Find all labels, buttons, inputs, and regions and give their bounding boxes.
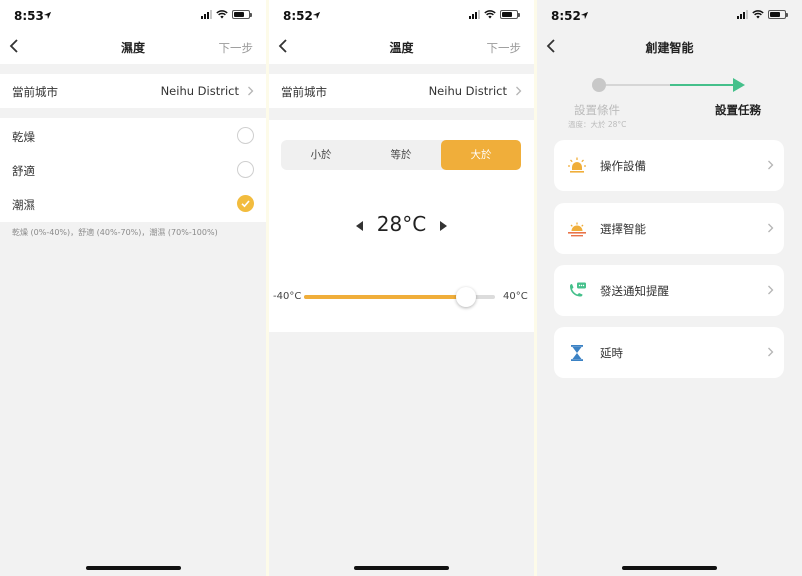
step-track-current (670, 84, 735, 86)
location-arrow-icon (43, 11, 52, 20)
task-operate-device[interactable]: 操作設備 (554, 140, 784, 191)
humidity-screen: 8:53 濕度 下一步 當前城市 Neihu District 乾燥 舒適 潮濕 (0, 0, 266, 576)
status-icons (201, 10, 252, 19)
humidity-options: 乾燥 舒適 潮濕 (0, 118, 266, 222)
location-arrow-icon (312, 11, 321, 20)
increase-temperature-icon[interactable] (440, 221, 447, 231)
wifi-icon (216, 10, 228, 19)
next-step-button[interactable]: 下一步 (487, 40, 522, 56)
header: 8:52 創建智能 (537, 0, 802, 64)
status-icons (737, 10, 788, 19)
slider-max-label: 40°C (503, 291, 528, 302)
step-set-condition: 設置條件 (574, 103, 620, 117)
bulb-icon (568, 157, 586, 173)
status-time: 8:52 (283, 9, 313, 23)
temperature-readout: 28°C (269, 212, 534, 236)
task-label: 發送通知提醒 (600, 284, 669, 298)
next-step-button[interactable]: 下一步 (219, 40, 254, 56)
chevron-right-icon (768, 285, 774, 295)
header: 8:52 溫度 下一步 (269, 0, 534, 64)
chevron-right-icon (768, 160, 774, 170)
create-smart-screen: 8:52 創建智能 設置條件 溫度：大於 28°C 設置任務 操作設備 選擇智能… (537, 0, 802, 576)
chevron-right-icon (248, 86, 254, 96)
step-set-task: 設置任務 (715, 103, 761, 117)
step-condition-summary: 溫度：大於 28°C (568, 120, 627, 129)
radio-unchecked[interactable] (237, 161, 254, 178)
home-indicator (86, 566, 181, 570)
phone-sms-icon (570, 282, 586, 297)
home-indicator (354, 566, 449, 570)
hourglass-icon (571, 345, 583, 361)
temperature-value: 28°C (376, 212, 427, 236)
city-label: 當前城市 (281, 85, 327, 99)
checkmark-icon (241, 200, 250, 208)
signal-icon (201, 10, 212, 19)
current-city-row[interactable]: 當前城市 Neihu District (0, 74, 266, 108)
task-label: 操作設備 (600, 159, 646, 173)
chevron-right-icon (516, 86, 522, 96)
step-dot (592, 78, 606, 92)
task-label: 選擇智能 (600, 222, 646, 236)
header: 8:53 濕度 下一步 (0, 0, 266, 64)
step-track-done (600, 84, 670, 86)
signal-icon (737, 10, 748, 19)
chevron-right-icon (768, 223, 774, 233)
option-label: 舒適 (12, 164, 35, 178)
city-label: 當前城市 (12, 85, 58, 99)
comparator-greater-than[interactable]: 大於 (441, 140, 521, 170)
step-arrow-icon (733, 78, 745, 92)
task-send-notification[interactable]: 發送通知提醒 (554, 265, 784, 316)
status-time: 8:52 (551, 9, 581, 23)
sunset-icon (568, 222, 586, 237)
radio-checked[interactable] (237, 195, 254, 212)
status-time: 8:53 (14, 9, 44, 23)
task-label: 延時 (600, 346, 623, 360)
humidity-range-hint: 乾燥 (0%-40%)，舒適 (40%-70%)，潮濕 (70%-100%) (12, 228, 218, 237)
slider-fill (304, 295, 467, 299)
option-label: 潮濕 (12, 198, 35, 212)
home-indicator (622, 566, 717, 570)
status-icons (469, 10, 520, 19)
comparator-segmented-control: 小於 等於 大於 (281, 140, 521, 170)
current-city-row[interactable]: 當前城市 Neihu District (269, 74, 534, 108)
battery-icon (768, 10, 788, 19)
city-value: Neihu District (160, 84, 239, 98)
temperature-screen: 8:52 溫度 下一步 當前城市 Neihu District 小於 等於 大於… (269, 0, 534, 576)
task-select-smart[interactable]: 選擇智能 (554, 203, 784, 254)
signal-icon (469, 10, 480, 19)
battery-icon (500, 10, 520, 19)
radio-unchecked[interactable] (237, 127, 254, 144)
option-label: 乾燥 (12, 130, 35, 144)
comparator-equal[interactable]: 等於 (361, 140, 441, 170)
wifi-icon (752, 10, 764, 19)
page-title: 創建智能 (645, 41, 694, 55)
location-arrow-icon (580, 11, 589, 20)
temperature-slider[interactable] (304, 287, 495, 307)
battery-icon (232, 10, 252, 19)
chevron-right-icon (768, 347, 774, 357)
slider-min-label: -40°C (273, 291, 302, 302)
task-delay[interactable]: 延時 (554, 327, 784, 378)
wifi-icon (484, 10, 496, 19)
city-value: Neihu District (428, 84, 507, 98)
comparator-less-than[interactable]: 小於 (281, 140, 361, 170)
